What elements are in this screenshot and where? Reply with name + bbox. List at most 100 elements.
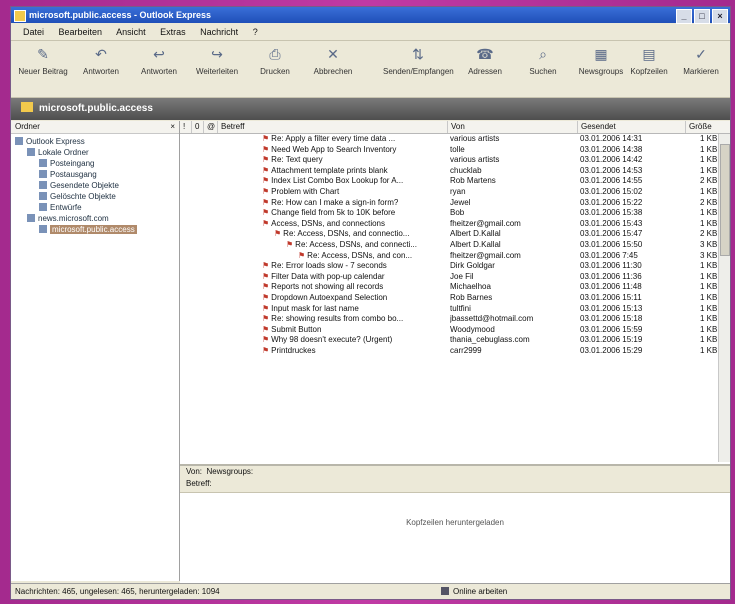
message-subject-text: Re: Access, DSNs, and connectio... bbox=[283, 229, 410, 239]
message-size: 1 KB bbox=[700, 345, 718, 355]
message-row[interactable]: ⚑ Re: Access, DSNs, and con... fheitzer@gm… bbox=[180, 251, 718, 262]
message-subject-text: Re: showing results from combo bo... bbox=[271, 314, 404, 324]
folder-item[interactable]: Posteingang bbox=[11, 158, 179, 169]
message-row[interactable]: ⚑ Change field from 5k to 10K before Bob 03… bbox=[180, 208, 718, 219]
menu-message[interactable]: Nachricht bbox=[200, 27, 238, 37]
stop-button[interactable]: ✕ Abbrechen bbox=[305, 45, 361, 76]
minimize-button[interactable]: _ bbox=[676, 9, 692, 24]
menu-view[interactable]: Ansicht bbox=[116, 27, 146, 37]
message-row[interactable]: ⚑ Re: How can I make a sign-in form? Jewel… bbox=[180, 198, 718, 209]
headers-button[interactable]: ▤ Kopfzeilen bbox=[621, 45, 677, 76]
preview-subject-label: Betreff: bbox=[186, 479, 212, 488]
close-button[interactable]: × bbox=[712, 9, 728, 24]
folder-item[interactable]: Postausgang bbox=[11, 169, 179, 180]
maximize-button[interactable]: □ bbox=[694, 9, 710, 24]
addresses-button[interactable]: ☎ Adressen bbox=[457, 45, 513, 76]
message-row[interactable]: ⚑ Problem with Chart ryan 03.01.2006 15:02 1… bbox=[180, 187, 718, 198]
message-row[interactable]: ⚑ Index List Combo Box Lookup for A... Rob… bbox=[180, 176, 718, 187]
message-subject-text: Reports not showing all records bbox=[271, 282, 384, 292]
message-date: 03.01.2006 15:19 bbox=[580, 335, 643, 345]
menu-edit[interactable]: Bearbeiten bbox=[59, 27, 103, 37]
message-subject-text: Re: How can I make a sign-in form? bbox=[271, 197, 399, 207]
message-subject-text: Dropdown Autoexpand Selection bbox=[271, 292, 388, 302]
news-post-icon: ⚑ bbox=[262, 176, 270, 186]
message-subject: ⚑ Re: Error loads slow - 7 seconds bbox=[262, 261, 448, 272]
send-receive-button[interactable]: ⇅ Senden/Empfangen bbox=[383, 45, 454, 76]
print-button[interactable]: ⎙ Drucken bbox=[247, 45, 303, 76]
folder-item[interactable]: Entwürfe bbox=[11, 202, 179, 213]
message-row[interactable]: ⚑ Re: Error loads slow - 7 seconds Dirk Go… bbox=[180, 261, 718, 272]
message-row[interactable]: ⚑ Re: Apply a filter every time data ... v… bbox=[180, 134, 718, 145]
news-post-icon: ⚑ bbox=[262, 134, 270, 143]
message-subject: ⚑ Why 98 doesn't execute? (Urgent) bbox=[262, 335, 448, 346]
news-post-icon: ⚑ bbox=[262, 324, 270, 334]
message-from: Woodymood bbox=[450, 324, 495, 334]
message-from: thania_cebuglass.com bbox=[450, 335, 530, 345]
message-size: 1 KB bbox=[700, 314, 718, 324]
col-size[interactable]: Größe bbox=[686, 121, 730, 133]
folder-label: news.microsoft.com bbox=[38, 214, 109, 223]
menu-help[interactable]: ? bbox=[253, 27, 258, 37]
message-row[interactable]: ⚑ Re: Text query various artists 03.01.2006… bbox=[180, 155, 718, 166]
message-row[interactable]: ⚑ Attachment template prints blank chuckla… bbox=[180, 166, 718, 177]
markup-button[interactable]: ✓ Markieren bbox=[673, 45, 729, 76]
folder-item[interactable]: Gelöschte Objekte bbox=[11, 191, 179, 202]
folder-item[interactable]: news.microsoft.com bbox=[11, 213, 179, 224]
folder-item[interactable]: Gesendete Objekte bbox=[11, 180, 179, 191]
folder-item[interactable]: Lokale Ordner bbox=[11, 147, 179, 158]
message-date: 03.01.2006 15:59 bbox=[580, 324, 643, 334]
col-priority[interactable]: ! bbox=[180, 121, 192, 133]
message-row[interactable]: ⚑ Submit Button Woodymood 03.01.2006 15:59 1… bbox=[180, 325, 718, 336]
reply-button[interactable]: ↩ Antworten bbox=[131, 45, 187, 76]
message-size: 2 KB bbox=[700, 197, 718, 207]
folder-title: microsoft.public.access bbox=[39, 103, 153, 114]
message-row[interactable]: ⚑ Need Web App to Search Inventory tolle 03… bbox=[180, 145, 718, 156]
message-date: 03.01.2006 11:36 bbox=[580, 271, 642, 281]
col-from[interactable]: Von bbox=[448, 121, 578, 133]
online-icon bbox=[441, 587, 449, 595]
message-row[interactable]: ⚑ Access, DSNs, and connections fheitzer@g… bbox=[180, 219, 718, 230]
message-size: 1 KB bbox=[700, 134, 718, 143]
message-subject: ⚑ Index List Combo Box Lookup for A... bbox=[262, 176, 448, 187]
col-subject[interactable]: Betreff bbox=[218, 121, 448, 133]
message-date: 03.01.2006 11:30 bbox=[580, 261, 642, 271]
status-counts: Nachrichten: 465, ungelesen: 465, herunt… bbox=[15, 587, 220, 596]
message-size: 1 KB bbox=[700, 261, 718, 271]
menu-tools[interactable]: Extras bbox=[160, 27, 186, 37]
message-row[interactable]: ⚑ Reports not showing all records Michaelh… bbox=[180, 282, 718, 293]
message-row[interactable]: ⚑ Dropdown Autoexpand Selection Rob Barnes… bbox=[180, 293, 718, 304]
message-row[interactable]: ⚑ Re: Access, DSNs, and connecti... Albert… bbox=[180, 240, 718, 251]
message-date: 03.01.2006 15:50 bbox=[580, 239, 643, 249]
reply-group-button[interactable]: ↶ Antworten bbox=[73, 45, 129, 76]
message-row[interactable]: ⚑ Why 98 doesn't execute? (Urgent) thania_… bbox=[180, 335, 718, 346]
news-post-icon: ⚑ bbox=[262, 292, 270, 302]
message-row[interactable]: ⚑ Filter Data with pop-up calendar Joe Fil… bbox=[180, 272, 718, 283]
find-button[interactable]: ⌕ Suchen bbox=[515, 45, 571, 76]
message-row[interactable]: ⚑ Re: Access, DSNs, and connectio... Alber… bbox=[180, 229, 718, 240]
message-subject: ⚑ Change field from 5k to 10K before bbox=[262, 208, 448, 219]
folder-label: Outlook Express bbox=[26, 137, 85, 146]
message-subject-text: Printdruckes bbox=[271, 345, 316, 355]
message-size: 2 KB bbox=[700, 176, 718, 186]
folder-item[interactable]: microsoft.public.access bbox=[11, 224, 179, 235]
message-subject: ⚑ Need Web App to Search Inventory bbox=[262, 145, 448, 156]
col-flag[interactable]: @ bbox=[204, 121, 218, 133]
message-row[interactable]: ⚑ Input mask for last name tultfini 03.01.2… bbox=[180, 304, 718, 315]
status-bar: Nachrichten: 465, ungelesen: 465, herunt… bbox=[11, 583, 730, 599]
message-row[interactable]: ⚑ Re: showing results from combo bo... jba… bbox=[180, 314, 718, 325]
scrollbar-thumb[interactable] bbox=[720, 144, 730, 256]
col-attachment[interactable]: 0 bbox=[192, 121, 204, 133]
menu-file[interactable]: Datei bbox=[23, 27, 44, 37]
message-from: various artists bbox=[450, 134, 500, 143]
message-date: 03.01.2006 15:18 bbox=[580, 314, 643, 324]
message-size: 1 KB bbox=[700, 324, 718, 334]
col-sent[interactable]: Gesendet bbox=[578, 121, 686, 133]
message-size: 3 KB bbox=[700, 250, 718, 260]
forward-button[interactable]: ↪ Weiterleiten bbox=[189, 45, 245, 76]
message-row[interactable]: ⚑ Printdruckes carr2999 03.01.2006 15:29 1 K… bbox=[180, 346, 718, 357]
message-list-scrollbar[interactable] bbox=[718, 134, 730, 462]
folder-item[interactable]: Outlook Express bbox=[11, 136, 179, 147]
new-post-button[interactable]: ✎ Neuer Beitrag bbox=[15, 45, 71, 76]
news-post-icon: ⚑ bbox=[262, 335, 270, 345]
close-pane-icon[interactable]: × bbox=[170, 121, 175, 133]
